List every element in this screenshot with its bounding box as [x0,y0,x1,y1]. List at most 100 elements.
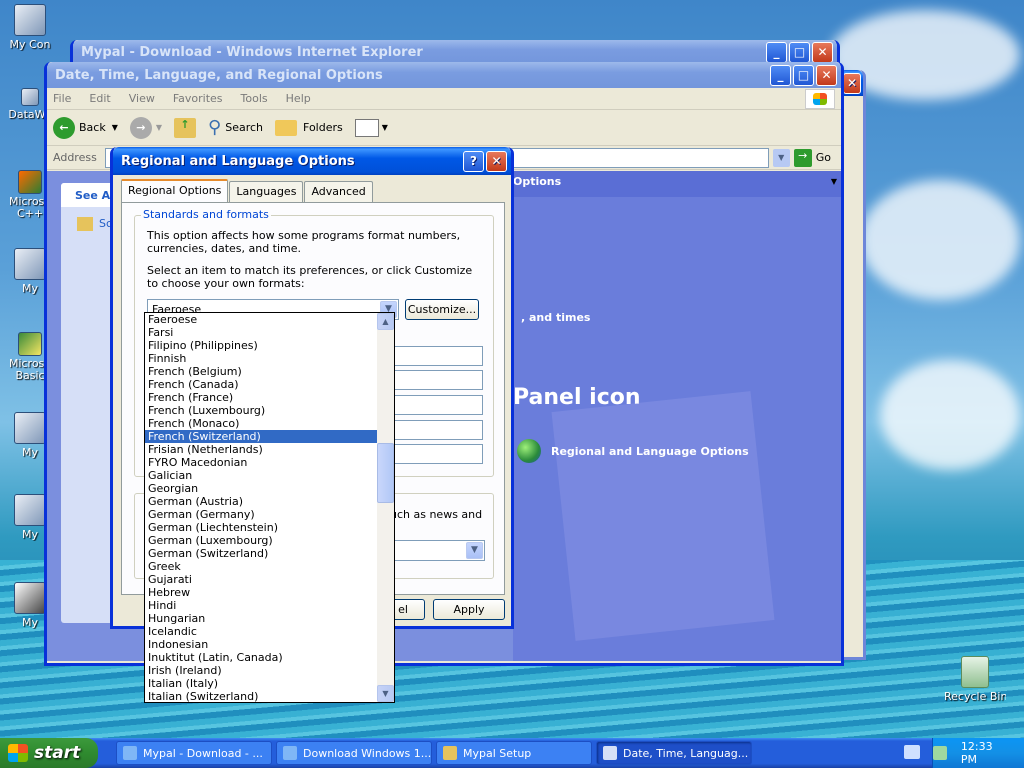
times-link[interactable]: , and times [521,311,590,324]
network-icon[interactable] [933,746,947,760]
control-panel-icon [603,746,617,760]
ie-title-bar[interactable]: Mypal - Download - Windows Internet Expl… [73,40,837,64]
taskbar-item-active[interactable]: Date, Time, Languag... [596,741,752,765]
menu-bar: File Edit View Favorites Tools Help [47,88,841,110]
menu-tools[interactable]: Tools [241,92,268,105]
dropdown-option[interactable]: Hebrew [145,586,378,599]
dropdown-option[interactable]: Georgian [145,482,378,495]
back-arrow-icon: ← [53,116,75,139]
minimize-button[interactable]: _ [766,41,787,63]
pane-dropdown-icon[interactable]: ▼ [831,177,837,186]
dialog-title-bar[interactable]: Regional and Language Options ? ✕ [113,147,511,175]
dropdown-option[interactable]: German (Luxembourg) [145,534,378,547]
dropdown-option[interactable]: Hindi [145,599,378,612]
up-folder-button[interactable]: ↑ [174,117,197,138]
cp-title-bar[interactable]: Date, Time, Language, and Regional Optio… [47,62,841,88]
keyboard-icon[interactable] [904,745,920,759]
dropdown-option[interactable]: Irish (Ireland) [145,664,378,677]
dropdown-option[interactable]: Indonesian [145,638,378,651]
minimize-button[interactable]: _ [770,64,791,86]
dropdown-option[interactable]: Faeroese [145,313,378,326]
scroll-thumb[interactable] [377,443,394,503]
clock: 12:33 PM [960,740,993,766]
tab-regional-options[interactable]: Regional Options [121,179,229,202]
dropdown-option[interactable]: French (Switzerland) [145,430,378,443]
dropdown-option[interactable]: German (Germany) [145,508,378,521]
close-button[interactable]: ✕ [816,64,837,86]
menu-edit[interactable]: Edit [89,92,110,105]
options-link[interactable]: Options [513,175,561,188]
ie-icon [283,746,297,760]
sample-field [385,346,483,366]
forward-button[interactable]: → ▼ [129,116,162,139]
menu-file[interactable]: File [53,92,71,105]
dropdown-option[interactable]: Frisian (Netherlands) [145,443,378,456]
scroll-up-icon[interactable]: ▲ [377,313,394,330]
toolbar: ← Back ▼ → ▼ ↑ ⚲ Search Folders ▼ [47,110,841,146]
dropdown-option[interactable]: Finnish [145,352,378,365]
globe-icon [517,439,541,463]
menu-view[interactable]: View [129,92,155,105]
content-pane: Options ▼ , and times Panel icon Regiona… [513,171,841,661]
apply-button[interactable]: Apply [433,599,505,620]
dropdown-option[interactable]: FYRO Macedonian [145,456,378,469]
dropdown-option[interactable]: Icelandic [145,625,378,638]
dropdown-option[interactable]: Gujarati [145,573,378,586]
schedule-icon [77,217,93,231]
dropdown-option[interactable]: French (Canada) [145,378,378,391]
dropdown-option[interactable]: Galician [145,469,378,482]
maximize-button[interactable]: □ [793,64,814,86]
views-button[interactable]: ▼ [354,118,388,137]
dropdown-option[interactable]: Italian (Switzerland) [145,690,378,702]
close-button[interactable]: ✕ [486,150,507,172]
dropdown-option[interactable]: French (Monaco) [145,417,378,430]
cloud [880,360,1020,470]
tab-advanced[interactable]: Advanced [304,181,373,202]
dropdown-option[interactable]: German (Liechtenstein) [145,521,378,534]
maximize-button[interactable]: □ [789,41,810,63]
recycle-bin-icon[interactable]: Recycle Bin [944,656,1006,703]
scroll-down-icon[interactable]: ▼ [377,685,394,702]
tab-strip: Regional Options Languages Advanced [121,179,374,202]
address-dropdown-button[interactable]: ▼ [772,148,790,167]
dropdown-option[interactable]: Inuktitut (Latin, Canada) [145,651,378,664]
dropdown-option[interactable]: Hungarian [145,612,378,625]
help-button[interactable]: ? [463,150,484,172]
menu-help[interactable]: Help [286,92,311,105]
forward-arrow-icon: → [129,116,152,139]
chevron-down-icon[interactable]: ▼ [466,542,483,559]
regional-options-link[interactable]: Regional and Language Options [517,439,749,463]
dropdown-option[interactable]: French (Luxembourg) [145,404,378,417]
dropdown-option[interactable]: French (Belgium) [145,365,378,378]
go-arrow-icon: → [793,148,812,167]
location-select[interactable]: ▼ [385,540,485,561]
search-icon: ⚲ [208,117,222,138]
tab-languages[interactable]: Languages [229,181,304,202]
close-button[interactable]: ✕ [843,72,861,94]
go-button[interactable]: → Go [793,148,831,167]
dropdown-option[interactable]: Farsi [145,326,378,339]
back-button[interactable]: ← Back ▼ [53,116,118,139]
folders-button[interactable]: Folders [275,119,343,136]
dropdown-option[interactable]: Filipino (Philippines) [145,339,378,352]
menu-favorites[interactable]: Favorites [173,92,223,105]
taskbar-item[interactable]: Mypal - Download - ... [116,741,272,765]
dropdown-option[interactable]: German (Switzerland) [145,547,378,560]
dropdown-scrollbar[interactable]: ▲ ▼ [377,313,394,702]
search-button[interactable]: ⚲ Search [208,117,263,138]
my-computer-icon[interactable]: My Con [0,4,60,51]
sample-field [385,420,483,440]
dropdown-option[interactable]: Italian (Italy) [145,677,378,690]
format-dropdown-list[interactable]: Faeroese Farsi Filipino (Philippines) Finni… [144,312,395,703]
taskbar-item[interactable]: Download Windows 1... [276,741,432,765]
instruction-text: Select an item to match its preferences,… [147,264,473,290]
close-button[interactable]: ✕ [812,41,833,63]
dropdown-option[interactable]: German (Austria) [145,495,378,508]
setup-icon [443,746,457,760]
taskbar-item[interactable]: Mypal Setup [436,741,592,765]
customize-button[interactable]: Customize... [405,299,479,320]
start-button[interactable]: start [0,738,98,768]
dropdown-option[interactable]: French (France) [145,391,378,404]
up-folder-icon: ↑ [174,117,197,138]
dropdown-option[interactable]: Greek [145,560,378,573]
